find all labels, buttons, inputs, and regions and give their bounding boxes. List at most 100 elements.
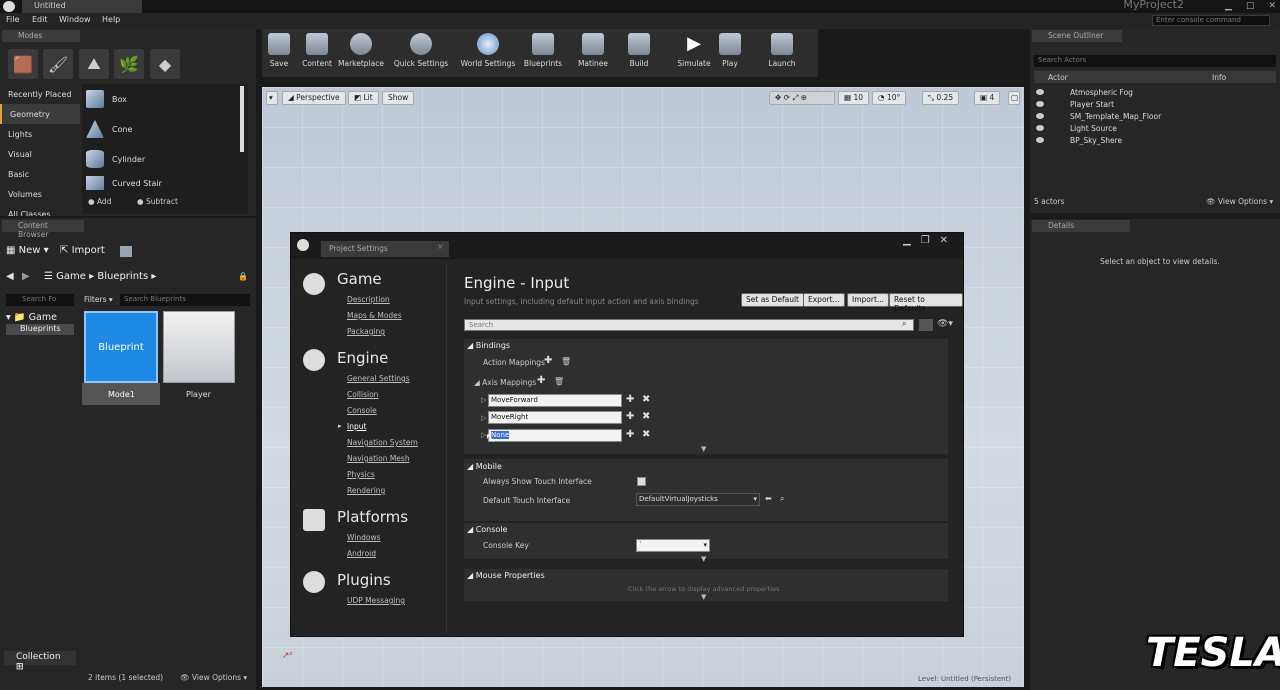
remove-icon[interactable]: ✖ — [642, 411, 650, 422]
camera-speed[interactable]: ▣ 4 — [974, 91, 1001, 105]
advanced-arrow-icon[interactable]: ▼ — [701, 593, 706, 601]
list-item[interactable]: Cone — [86, 116, 242, 142]
nav-windows[interactable]: Windows — [347, 533, 380, 542]
back-icon[interactable]: ◀ — [6, 271, 14, 282]
expand-arrow-icon[interactable]: ▷ — [481, 414, 486, 422]
geometry-edit-mode-icon[interactable]: ◆ — [150, 49, 180, 79]
nav-physics[interactable]: Physics — [347, 470, 375, 479]
category-volumes[interactable]: Volumes — [0, 184, 80, 204]
launch-button[interactable]: Launch — [757, 33, 807, 68]
visibility-eye-icon[interactable] — [1036, 113, 1044, 119]
play-button[interactable]: Play — [705, 33, 755, 68]
perspective-button[interactable]: ◢ Perspective — [282, 91, 346, 105]
lock-icon[interactable]: 🔒 — [238, 272, 248, 281]
list-item[interactable]: Curved Stair — [86, 176, 242, 190]
add-radio[interactable]: ● Add — [88, 197, 111, 206]
remove-icon[interactable]: ✖ — [642, 429, 650, 440]
menu-edit[interactable]: Edit — [32, 15, 48, 24]
tree-item-blueprints[interactable]: Blueprints — [6, 324, 74, 335]
scale-snap-toggle[interactable]: ⤡ 0.25 — [922, 91, 960, 105]
minimize-icon[interactable]: ▁ — [903, 235, 911, 246]
view-eye-icon[interactable]: 👁▾ — [937, 319, 953, 329]
table-row[interactable]: SM_Template_Map_Floor — [1070, 112, 1161, 121]
remove-icon[interactable]: ✖ — [642, 394, 650, 405]
world-settings-button[interactable]: World Settings — [460, 33, 516, 68]
collections-button[interactable]: Collection ⊞ — [4, 651, 76, 672]
category-all-classes[interactable]: All Classes — [0, 204, 80, 216]
details-tab[interactable]: Details — [1032, 220, 1130, 232]
landscape-mode-icon[interactable]: ⛰ — [79, 49, 109, 79]
scrollbar[interactable] — [240, 86, 244, 152]
category-geometry[interactable]: Geometry — [0, 104, 80, 124]
foliage-mode-icon[interactable]: 🌿 — [114, 49, 144, 79]
asset-thumbnail-player[interactable] — [163, 311, 235, 383]
nav-rendering[interactable]: Rendering — [347, 486, 385, 495]
lit-button[interactable]: ◩ Lit — [348, 91, 379, 105]
nav-collision[interactable]: Collision — [347, 390, 378, 399]
quick-settings-button[interactable]: Quick Settings — [388, 33, 454, 68]
bindings-header[interactable]: ◢ Bindings — [467, 341, 510, 350]
nav-udp-messaging[interactable]: UDP Messaging — [347, 596, 405, 605]
tree-item-game[interactable]: ▾ 📁 Game — [6, 312, 57, 323]
export-button[interactable]: Export... — [803, 293, 845, 307]
reset-to-defaults-button[interactable]: Reset to Defaults — [889, 293, 963, 313]
blueprints-button[interactable]: Blueprints — [518, 33, 568, 68]
console-key-dropdown[interactable]: ` ▾ — [636, 539, 710, 552]
nav-android[interactable]: Android — [347, 549, 376, 558]
search-folders-input[interactable]: Search Fo — [6, 294, 74, 306]
breadcrumb[interactable]: ☰ Game ▸ Blueprints ▸ — [44, 271, 156, 282]
visibility-eye-icon[interactable] — [1036, 101, 1044, 107]
list-item[interactable]: Cylinder — [86, 146, 242, 172]
console-header[interactable]: ◢ Console — [467, 525, 507, 534]
modes-tab[interactable]: Modes — [2, 30, 80, 42]
nav-description[interactable]: Description — [347, 295, 390, 304]
filters-button[interactable]: Filters ▾ — [84, 295, 113, 304]
nav-input[interactable]: Input — [347, 422, 366, 431]
viewport-options-button[interactable]: ▾ — [266, 91, 278, 105]
new-button[interactable]: ▦ New ▾ — [6, 245, 49, 256]
expand-arrow-icon[interactable]: ▷ — [481, 396, 486, 404]
menu-window[interactable]: Window — [59, 15, 91, 24]
close-icon[interactable]: ✕ — [1268, 1, 1276, 11]
add-icon[interactable]: ✚ — [626, 394, 634, 405]
asset-name[interactable]: Mode1 — [108, 390, 135, 399]
show-button[interactable]: Show — [382, 91, 415, 105]
nav-general-settings[interactable]: General Settings — [347, 374, 410, 383]
content-button[interactable]: Content — [292, 33, 342, 68]
import-button[interactable]: ⇱ Import — [60, 245, 105, 256]
trash-icon[interactable]: 🗑 — [561, 357, 571, 366]
grid-view-icon[interactable] — [919, 319, 933, 331]
build-button[interactable]: Build — [614, 33, 664, 68]
scene-outliner-tab[interactable]: Scene Outliner — [1032, 30, 1122, 42]
column-info[interactable]: Info — [1212, 73, 1226, 82]
settings-search-input[interactable]: Search — [464, 319, 914, 331]
visibility-eye-icon[interactable] — [1036, 125, 1044, 131]
axis-mapping-field[interactable]: MoveRight — [488, 411, 622, 424]
marketplace-button[interactable]: Marketplace — [336, 33, 386, 68]
category-recently-placed[interactable]: Recently Placed — [0, 84, 80, 104]
axis-mapping-field[interactable]: MoveForward — [488, 394, 622, 407]
close-icon[interactable]: ✕ — [940, 235, 948, 246]
menu-help[interactable]: Help — [102, 15, 120, 24]
restore-icon[interactable]: ❐ — [921, 235, 930, 246]
browse-icon[interactable]: ⌕ — [780, 494, 784, 504]
advanced-arrow-icon[interactable]: ▼ — [701, 555, 706, 563]
nav-console[interactable]: Console — [347, 406, 377, 415]
trash-icon[interactable]: 🗑 — [554, 377, 564, 386]
maximize-icon[interactable]: □ — [1246, 1, 1255, 11]
table-row[interactable]: Atmospheric Fog — [1070, 88, 1133, 97]
visibility-eye-icon[interactable] — [1036, 89, 1044, 95]
grid-snap-toggle[interactable]: ▦ 10 — [838, 91, 870, 105]
save-all-icon[interactable] — [120, 246, 132, 257]
editor-tab[interactable]: Untitled — [22, 0, 142, 13]
search-blueprints-input[interactable]: Search Blueprints — [120, 294, 250, 306]
project-settings-tab[interactable]: Project Settings — [321, 241, 449, 257]
content-browser-tab[interactable]: Content Browser — [2, 220, 84, 239]
maximize-viewport-icon[interactable]: ▢ — [1008, 91, 1020, 105]
nav-navigation-system[interactable]: Navigation System — [347, 438, 418, 447]
close-tab-icon[interactable]: × — [437, 242, 444, 251]
list-item[interactable]: Box — [86, 86, 242, 112]
import-button[interactable]: Import... — [847, 293, 890, 307]
place-mode-icon[interactable]: 🟫 — [8, 49, 38, 79]
category-lights[interactable]: Lights — [0, 124, 80, 144]
